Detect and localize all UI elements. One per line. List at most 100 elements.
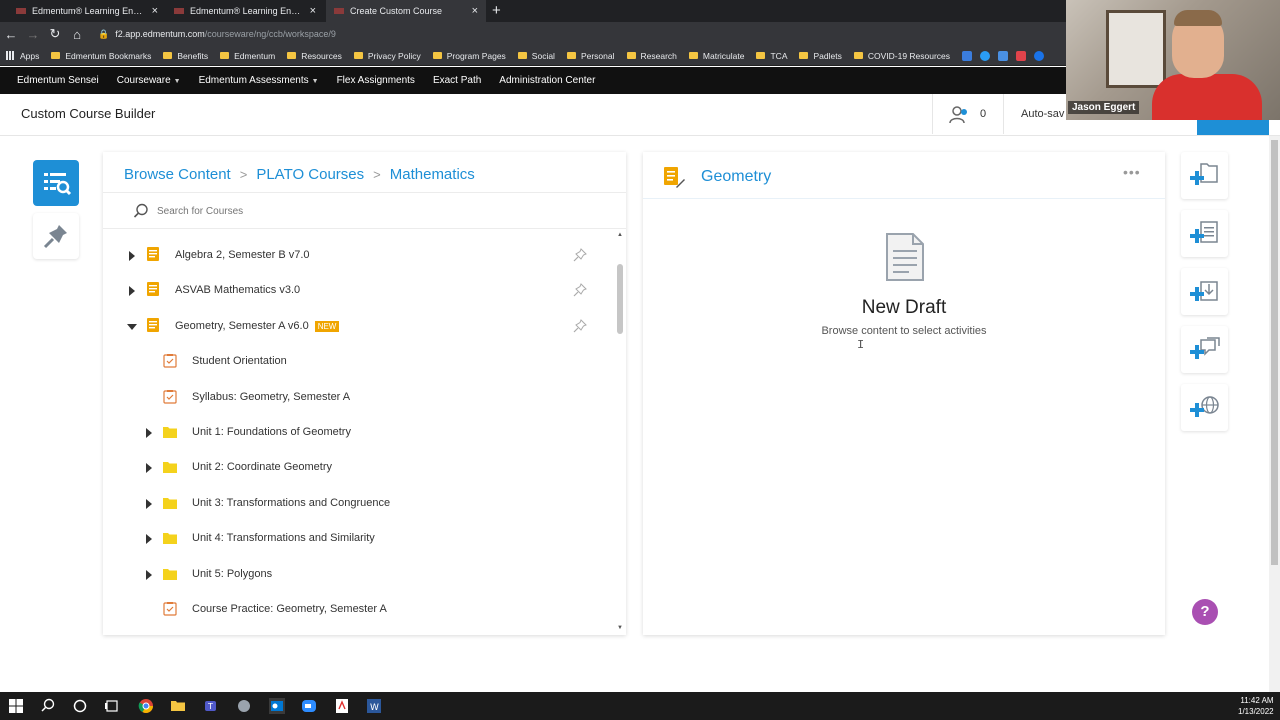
acrobat-icon[interactable] [334,698,350,714]
collapse-arrow-icon[interactable] [127,324,137,330]
reload-icon[interactable]: ↻ [44,26,66,42]
nav-administration-center[interactable]: Administration Center [499,75,595,86]
zoom-icon[interactable] [301,698,317,714]
tree-row[interactable]: Syllabus: Geometry, Semester A [103,382,615,412]
bookmark-folder[interactable]: Personal [566,51,615,61]
bookmark-folder[interactable]: Matriculate [688,51,744,61]
tree-row[interactable]: Unit 2: Coordinate Geometry [103,452,615,482]
crumb-plato-courses[interactable]: PLATO Courses [256,166,364,183]
tree-row[interactable]: Course Practice: Geometry, Semester A [103,594,615,624]
tree-row[interactable]: Student Orientation [103,346,615,376]
bookmark-folder[interactable]: Benefits [163,51,208,61]
expand-arrow-icon[interactable] [129,286,135,296]
nav-flex-assignments[interactable]: Flex Assignments [337,75,415,86]
help-button[interactable]: ? [1192,599,1218,625]
page-scroll-thumb[interactable] [1271,140,1278,565]
pin-icon[interactable] [573,319,587,333]
file-explorer-icon[interactable] [170,698,186,714]
browser-tab-3-active[interactable]: Create Custom Course × [326,0,486,22]
pin-icon[interactable] [573,248,587,262]
add-discussion-button[interactable] [1181,326,1228,373]
expand-arrow-icon[interactable] [146,428,152,438]
tree-scrollbar[interactable]: ▲ ▼ [614,230,626,635]
task-view-icon[interactable] [104,698,120,714]
tree-row[interactable]: Geometry, Semester A v6.0 NEW [103,311,615,341]
more-options-icon[interactable]: ••• [1123,164,1141,180]
nav-exact-path[interactable]: Exact Path [433,75,481,86]
new-draft-subtext: Browse content to select activities [821,325,987,337]
tree-row[interactable]: Unit 1: Foundations of Geometry [103,417,615,447]
forward-icon[interactable]: → [22,27,44,42]
add-upload-button[interactable] [1181,268,1228,315]
home-icon[interactable]: ⌂ [66,27,88,42]
bookmark-folder[interactable]: Social [517,51,555,61]
browser-tab-2[interactable]: Edmentum® Learning Environme × [166,0,324,22]
add-web-link-button[interactable] [1181,384,1228,431]
bookmark-folder[interactable]: Research [626,51,677,61]
back-icon[interactable]: ← [0,27,22,42]
crumb-browse-content[interactable]: Browse Content [124,166,231,183]
nav-edmentum-sensei[interactable]: Edmentum Sensei [17,75,99,86]
bookmark-folder[interactable]: TCA [756,51,787,61]
tree-row[interactable]: Algebra 2, Semester B v7.0 [103,240,615,270]
expand-arrow-icon[interactable] [146,499,152,509]
page-scrollbar[interactable] [1269,136,1280,692]
teams-icon[interactable]: T [203,698,219,714]
app-icon[interactable] [236,698,252,714]
bookmark-apps[interactable]: Apps [6,51,39,61]
scroll-thumb[interactable] [617,264,623,334]
expand-arrow-icon[interactable] [146,570,152,580]
tree-row[interactable]: Unit 4: Transformations and Similarity [103,523,615,553]
browser-tab-1[interactable]: Edmentum® Learning Environme × [8,0,166,22]
scroll-down-icon[interactable]: ▼ [617,625,623,631]
header-divider [932,94,933,134]
pinned-items-tool[interactable] [33,213,79,259]
bookmark-extension-icon[interactable] [980,50,991,61]
url-field[interactable]: 🔒 f2.app.edmentum.com/courseware/ng/ccb/w… [98,29,336,40]
cortana-icon[interactable] [72,698,88,714]
search-input[interactable] [157,205,457,217]
windows-start-icon[interactable] [8,698,24,714]
bookmark-folder[interactable]: COVID-19 Resources [853,51,950,61]
crumb-mathematics[interactable]: Mathematics [390,166,475,183]
new-tab-button[interactable]: + [492,2,501,19]
pocket-icon[interactable] [1016,50,1027,61]
expand-arrow-icon[interactable] [129,251,135,261]
bookmark-folder[interactable]: Edmentum Bookmarks [51,51,151,61]
nav-edmentum-assessments[interactable]: Edmentum Assessments ▼ [199,75,319,86]
bookmark-extension-icon[interactable] [1034,50,1045,61]
bookmark-extension-icon[interactable] [962,50,973,61]
bookmark-folder[interactable]: Privacy Policy [353,51,421,61]
expand-arrow-icon[interactable] [146,534,152,544]
bookmark-folder[interactable]: Padlets [799,51,842,61]
word-icon[interactable]: W [366,698,382,714]
draft-course-title[interactable]: Geometry [701,168,771,186]
browse-content-tool[interactable] [33,160,79,206]
edmentum-favicon-icon [334,8,344,14]
tree-row[interactable]: Unit 5: Polygons [103,559,615,589]
bookmark-folder[interactable]: Edmentum [220,51,275,61]
tree-row[interactable]: Unit 3: Transformations and Congruence [103,488,615,518]
chevron-right-icon: > [373,167,381,182]
taskbar-clock[interactable]: 11:42 AM 1/13/2022 [1238,695,1274,717]
close-tab-icon[interactable]: × [152,5,158,17]
bookmark-folder[interactable]: Program Pages [432,51,506,61]
outlook-icon[interactable] [269,698,285,714]
nav-courseware[interactable]: Courseware ▼ [117,75,181,86]
scroll-up-icon[interactable]: ▲ [617,232,623,238]
bookmark-folder[interactable]: Resources [287,51,342,61]
expand-arrow-icon[interactable] [146,463,152,473]
close-tab-icon[interactable]: × [472,5,478,17]
bookmark-extension-icon[interactable] [998,50,1009,61]
tree-row[interactable]: ASVAB Mathematics v3.0 [103,275,615,305]
chrome-icon[interactable] [138,698,154,714]
share-users-icon[interactable] [948,105,970,125]
add-folder-button[interactable] [1181,152,1228,199]
folder-icon [517,52,527,59]
save-button[interactable] [1197,118,1269,135]
folder-icon [163,427,177,438]
search-icon[interactable] [40,698,56,714]
close-tab-icon[interactable]: × [310,5,316,17]
pin-icon[interactable] [573,283,587,297]
add-page-button[interactable] [1181,210,1228,257]
